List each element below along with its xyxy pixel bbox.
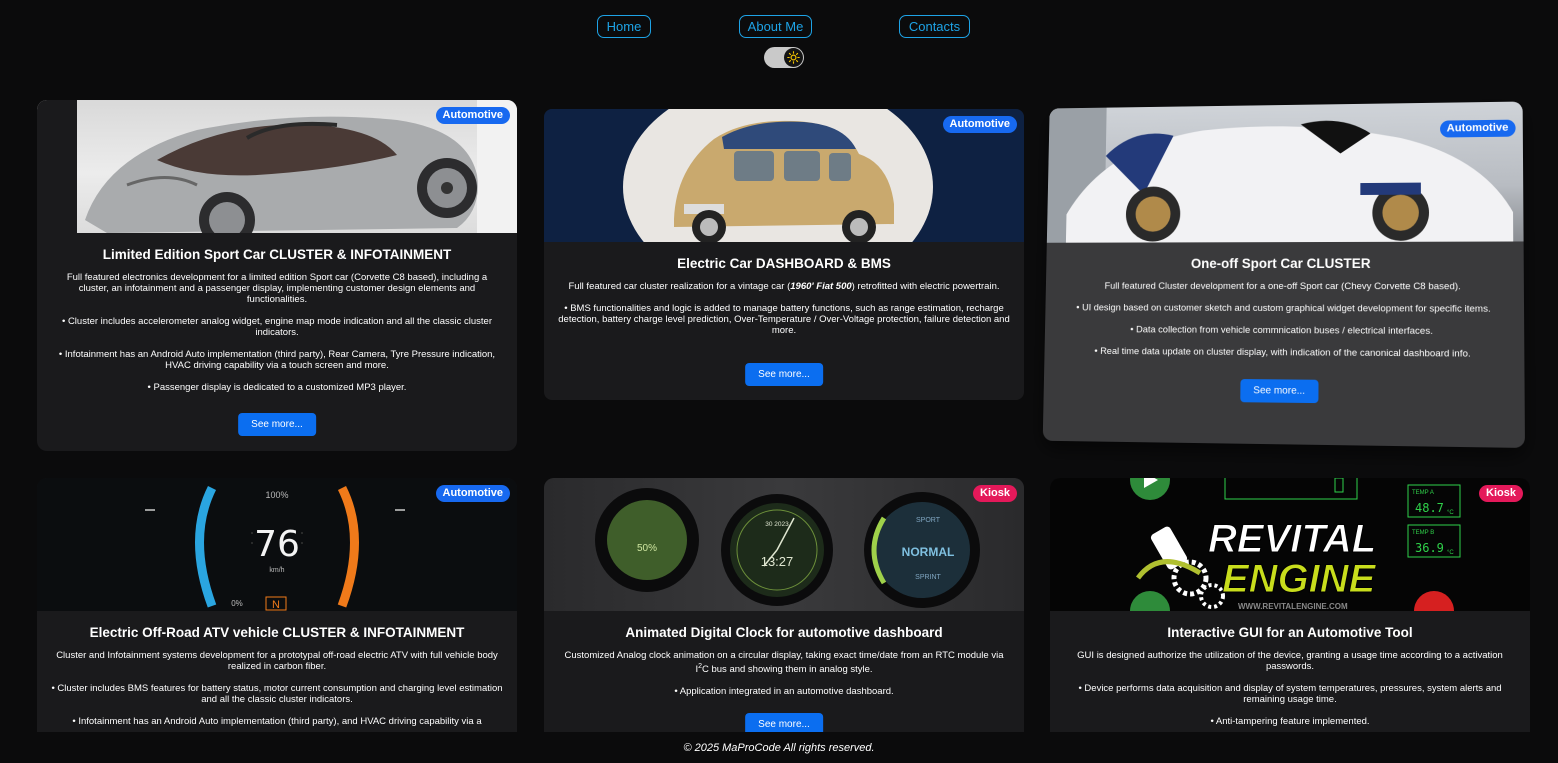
desc-paragraph: • Application integrated in an automotiv…: [674, 686, 894, 698]
desc-paragraph: • Cluster includes BMS features for batt…: [51, 683, 503, 705]
dash-speed: 76: [254, 524, 300, 565]
project-card-atv-cluster: 100% 76 km/h 0% N Automotive Electric Of…: [37, 478, 517, 732]
card-title: Interactive GUI for an Automotive Tool: [1167, 625, 1413, 640]
card-description: Customized Analog clock animation on a c…: [558, 650, 1010, 708]
desc-paragraph: • Device performs data acquisition and d…: [1078, 683, 1502, 705]
dash-top-label: 100%: [265, 490, 288, 500]
dash-bottom-label: 0%: [231, 599, 243, 608]
card-title: Animated Digital Clock for automotive da…: [625, 625, 943, 640]
desc-paragraph: Full featured electronics development fo…: [66, 272, 488, 305]
project-card-digital-clock: 50% 30 2023 13:27 SPORT NORMAL SPRINT Ki…: [544, 478, 1024, 732]
card-title: Limited Edition Sport Car CLUSTER & INFO…: [102, 247, 452, 262]
project-card-sport-car-cluster: Automotive Limited Edition Sport Car CLU…: [37, 100, 517, 451]
dash-unit: km/h: [269, 567, 284, 574]
temp-b-label: TEMP B: [1412, 530, 1434, 536]
nav-contacts-button[interactable]: Contacts: [899, 15, 970, 38]
right-gauge-mode: NORMAL: [902, 545, 955, 559]
card-title: Electric Off-Road ATV vehicle CLUSTER & …: [89, 625, 465, 640]
nav-about-button[interactable]: About Me: [739, 15, 812, 38]
desc-paragraph: • BMS functionalities and logic is added…: [558, 303, 1010, 336]
card-description: Full featured car cluster realization fo…: [558, 281, 1010, 347]
right-gauge-bottom: SPRINT: [915, 574, 941, 581]
desc-paragraph: • Data collection from vehicle commnicat…: [1130, 324, 1433, 337]
card-description: GUI is designed authorize the utilizatio…: [1064, 650, 1516, 732]
project-card-electric-car-dashboard: Automotive Electric Car DASHBOARD & BMS …: [544, 109, 1024, 400]
temp-a-label: TEMP A: [1412, 490, 1434, 496]
desc-paragraph: • Cluster includes accelerometer analog …: [61, 316, 492, 338]
category-badge: Kiosk: [1479, 485, 1523, 502]
card-description: Cluster and Infotainment systems develop…: [51, 650, 503, 732]
desc-paragraph: • Anti-tampering feature implemented.: [1210, 716, 1370, 727]
category-badge: Automotive: [435, 107, 510, 124]
desc-paragraph: • Infotainment has an Android Auto imple…: [72, 716, 482, 727]
desc-paragraph: Customized Analog clock animation on a c…: [564, 650, 1004, 676]
category-badge: Automotive: [435, 485, 510, 502]
temp-a-value: 48.7: [1415, 501, 1444, 515]
temp-b-unit: °C: [1447, 550, 1454, 556]
clock-time: 13:27: [761, 554, 794, 569]
see-more-button[interactable]: See more...: [745, 363, 823, 386]
right-gauge-top: SPORT: [916, 517, 941, 524]
desc-paragraph: Cluster and Infotainment systems develop…: [56, 650, 498, 672]
card-image-revital-engine: TEMP A 48.7 °C TEMP B 36.9 °C REVITAL EN…: [1050, 478, 1530, 611]
left-gauge-value: 50%: [637, 543, 657, 554]
footer-copyright: © 2025 MaProCode All rights reserved.: [683, 742, 875, 754]
desc-paragraph: GUI is designed authorize the utilizatio…: [1077, 650, 1503, 672]
clock-date: 30 2023: [765, 521, 789, 528]
project-card-one-off-cluster: Automotive One-off Sport Car CLUSTER Ful…: [1042, 101, 1525, 448]
desc-paragraph: Full featured car cluster realization fo…: [568, 281, 1000, 292]
sun-icon: [784, 48, 803, 67]
top-nav: Home About Me Contacts: [0, 15, 1558, 39]
card-title: Electric Car DASHBOARD & BMS: [677, 256, 891, 271]
nav-home-button[interactable]: Home: [597, 15, 651, 38]
logo-url: WWW.REVITALENGINE.COM: [1238, 602, 1348, 611]
category-badge: Automotive: [1439, 119, 1516, 138]
card-image-clock-gauges: 50% 30 2023 13:27 SPORT NORMAL SPRINT: [544, 478, 1024, 611]
desc-paragraph: • Real time data update on cluster displ…: [1094, 345, 1471, 360]
logo-line2: ENGINE: [1222, 557, 1377, 601]
category-badge: Automotive: [942, 116, 1017, 133]
desc-paragraph: • UI design based on customer sketch and…: [1076, 302, 1491, 315]
desc-paragraph: Full featured Cluster development for a …: [1104, 280, 1461, 293]
see-more-button[interactable]: See more...: [238, 413, 316, 436]
dash-gear: N: [272, 599, 280, 611]
see-more-button[interactable]: See more...: [745, 713, 823, 732]
theme-toggle[interactable]: [764, 47, 804, 68]
logo-line1: REVITAL: [1208, 517, 1376, 561]
desc-paragraph: • Infotainment has an Android Auto imple…: [58, 349, 496, 371]
desc-paragraph: • Passenger display is dedicated to a cu…: [147, 382, 407, 393]
temp-b-value: 36.9: [1415, 541, 1444, 555]
temp-a-unit: °C: [1447, 510, 1454, 516]
card-description: Full featured Cluster development for a …: [1058, 281, 1510, 371]
project-card-automotive-tool-gui: TEMP A 48.7 °C TEMP B 36.9 °C REVITAL EN…: [1050, 478, 1530, 732]
card-title: One-off Sport Car CLUSTER: [1190, 255, 1371, 272]
card-description: Full featured electronics development fo…: [51, 272, 503, 404]
category-badge: Kiosk: [973, 485, 1017, 502]
see-more-button[interactable]: See more...: [1240, 379, 1319, 404]
